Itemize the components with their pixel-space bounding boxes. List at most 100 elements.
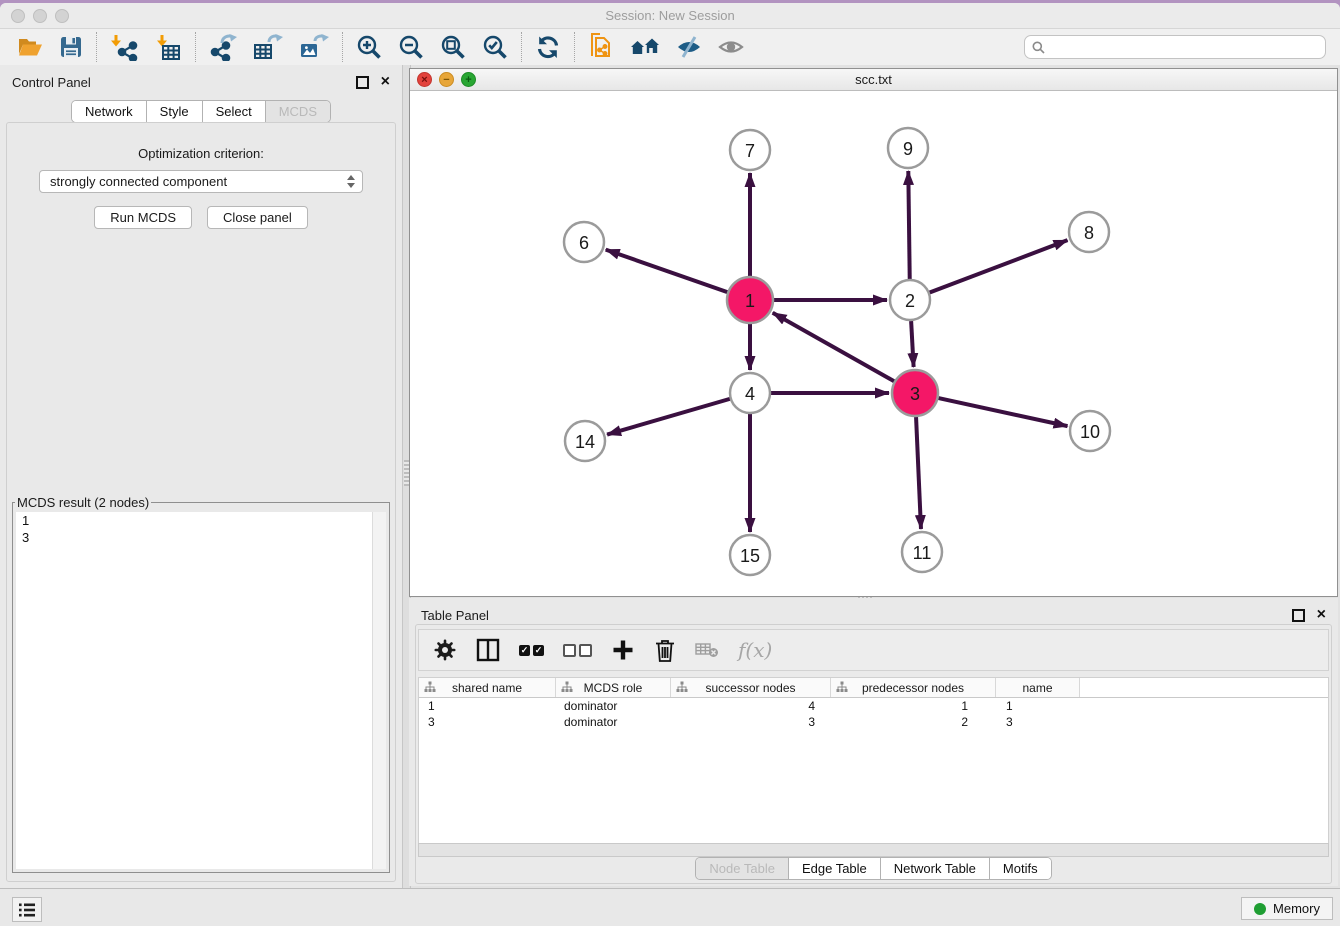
show-panel-icon[interactable] (718, 32, 744, 62)
result-scrollbar[interactable] (372, 512, 386, 869)
titlebar: Session: New Session (0, 3, 1340, 29)
tab-motifs[interactable]: Motifs (989, 858, 1051, 879)
import-table-icon[interactable] (154, 32, 182, 62)
table-toolbar: ✓✓ f(x) (418, 629, 1329, 671)
select-all-icon[interactable]: ✓✓ (519, 645, 544, 656)
function-builder-icon: f(x) (738, 638, 772, 662)
close-panel-icon[interactable]: × (1317, 610, 1326, 620)
column-header-predecessor-nodes[interactable]: predecessor nodes (831, 678, 996, 697)
network-view-window: × − + scc.txt 7968124314101511 (409, 68, 1338, 597)
result-line: 1 (16, 512, 386, 529)
mcds-panel: Optimization criterion: strongly connect… (6, 122, 396, 882)
graph-edge-4-14[interactable] (607, 399, 730, 435)
close-network-button[interactable]: × (417, 72, 432, 87)
clone-network-icon[interactable] (588, 32, 614, 62)
graph-edge-1-6[interactable] (606, 250, 728, 292)
column-header-name[interactable]: name (996, 678, 1080, 697)
app-window: Session: New Session (0, 3, 1340, 926)
graph-node-label: 15 (740, 546, 760, 566)
status-bar: Memory (0, 888, 1340, 926)
hierarchy-icon (836, 681, 848, 693)
run-mcds-button[interactable]: Run MCDS (94, 206, 192, 229)
export-network-icon[interactable] (209, 32, 237, 62)
graph-edge-3-10[interactable] (938, 398, 1067, 426)
zoom-in-icon[interactable] (356, 32, 382, 62)
graph-node-label: 7 (745, 141, 755, 161)
graph-edge-2-9[interactable] (908, 171, 909, 279)
deselect-all-icon[interactable] (563, 644, 592, 657)
export-image-icon[interactable] (299, 32, 329, 62)
import-network-icon[interactable] (110, 32, 138, 62)
control-panel-header: Control Panel × (0, 65, 402, 95)
zoom-selected-icon[interactable] (482, 32, 508, 62)
network-canvas[interactable]: 7968124314101511 (410, 91, 1337, 596)
graph-edge-2-8[interactable] (930, 240, 1068, 292)
network-window-titlebar: × − + scc.txt (410, 69, 1337, 91)
close-panel-icon[interactable]: × (381, 77, 390, 87)
hide-panel-icon[interactable] (676, 32, 702, 62)
tab-node-table[interactable]: Node Table (696, 858, 788, 879)
refresh-network-view-icon[interactable] (535, 32, 561, 62)
graph-edge-3-1[interactable] (773, 313, 894, 381)
graph-edge-3-11[interactable] (916, 417, 921, 529)
zoom-fit-icon[interactable] (440, 32, 466, 62)
mcds-result-list[interactable]: 1 3 (16, 512, 386, 869)
minimize-network-button[interactable]: − (439, 72, 454, 87)
close-panel-button[interactable]: Close panel (207, 206, 308, 229)
graph-edge-2-3[interactable] (911, 321, 913, 367)
tab-network[interactable]: Network (72, 101, 146, 122)
graph-node-label: 8 (1084, 223, 1094, 243)
zoom-out-icon[interactable] (398, 32, 424, 62)
split-panel-icon[interactable] (476, 635, 500, 665)
control-panel: Control Panel × Network Style Select MCD… (0, 65, 402, 888)
tab-style[interactable]: Style (146, 101, 202, 122)
tab-select[interactable]: Select (202, 101, 265, 122)
tab-network-table[interactable]: Network Table (880, 858, 989, 879)
task-history-button[interactable] (12, 897, 42, 922)
column-header-successor-nodes[interactable]: successor nodes (671, 678, 831, 697)
mcds-result-title: MCDS result (2 nodes) (15, 495, 151, 510)
search-field[interactable] (1024, 35, 1326, 59)
window-title: Session: New Session (0, 8, 1340, 23)
list-icon (18, 902, 36, 918)
export-table-icon[interactable] (253, 32, 283, 62)
network-window-title: scc.txt (410, 72, 1337, 87)
mcds-result-box: MCDS result (2 nodes) 1 3 (12, 495, 390, 873)
memory-button[interactable]: Memory (1241, 897, 1333, 920)
control-panel-tabs: Network Style Select MCDS (71, 100, 331, 123)
column-header-shared-name[interactable]: shared name (419, 678, 556, 697)
graph-node-label: 10 (1080, 422, 1100, 442)
hierarchy-icon (561, 681, 573, 693)
table-options-gear-icon[interactable] (433, 635, 457, 665)
hierarchy-icon (676, 681, 688, 693)
maximize-network-button[interactable]: + (461, 72, 476, 87)
float-panel-icon[interactable] (356, 76, 369, 89)
table-horizontal-scrollbar[interactable] (418, 843, 1329, 857)
table-row[interactable]: 3 dominator 3 2 3 (419, 714, 1328, 730)
criterion-dropdown[interactable]: strongly connected component (39, 170, 363, 193)
control-panel-title: Control Panel (12, 75, 91, 90)
graph-node-label: 6 (579, 233, 589, 253)
memory-label: Memory (1273, 901, 1320, 916)
network-graph: 7968124314101511 (410, 91, 1338, 595)
dropdown-stepper-icon (347, 175, 358, 188)
show-network-overview-icon[interactable] (630, 32, 660, 62)
open-session-icon[interactable] (17, 32, 43, 62)
float-panel-icon[interactable] (1292, 609, 1305, 622)
graph-node-label: 9 (903, 139, 913, 159)
search-input[interactable] (1050, 39, 1318, 56)
search-icon (1032, 41, 1045, 54)
save-session-icon[interactable] (59, 32, 83, 62)
tab-mcds[interactable]: MCDS (265, 101, 330, 122)
table-row[interactable]: 1 dominator 4 1 1 (419, 698, 1328, 714)
table-tabs: Node Table Edge Table Network Table Moti… (695, 857, 1051, 880)
graph-node-label: 2 (905, 291, 915, 311)
node-table[interactable]: shared name MCDS role successor nodes (418, 677, 1329, 849)
graph-node-label: 1 (745, 291, 755, 311)
graph-node-label: 3 (910, 384, 920, 404)
tab-edge-table[interactable]: Edge Table (788, 858, 880, 879)
graph-node-label: 4 (745, 384, 755, 404)
column-header-mcds-role[interactable]: MCDS role (556, 678, 671, 697)
add-column-icon[interactable] (611, 635, 635, 665)
delete-column-trash-icon[interactable] (654, 635, 676, 665)
